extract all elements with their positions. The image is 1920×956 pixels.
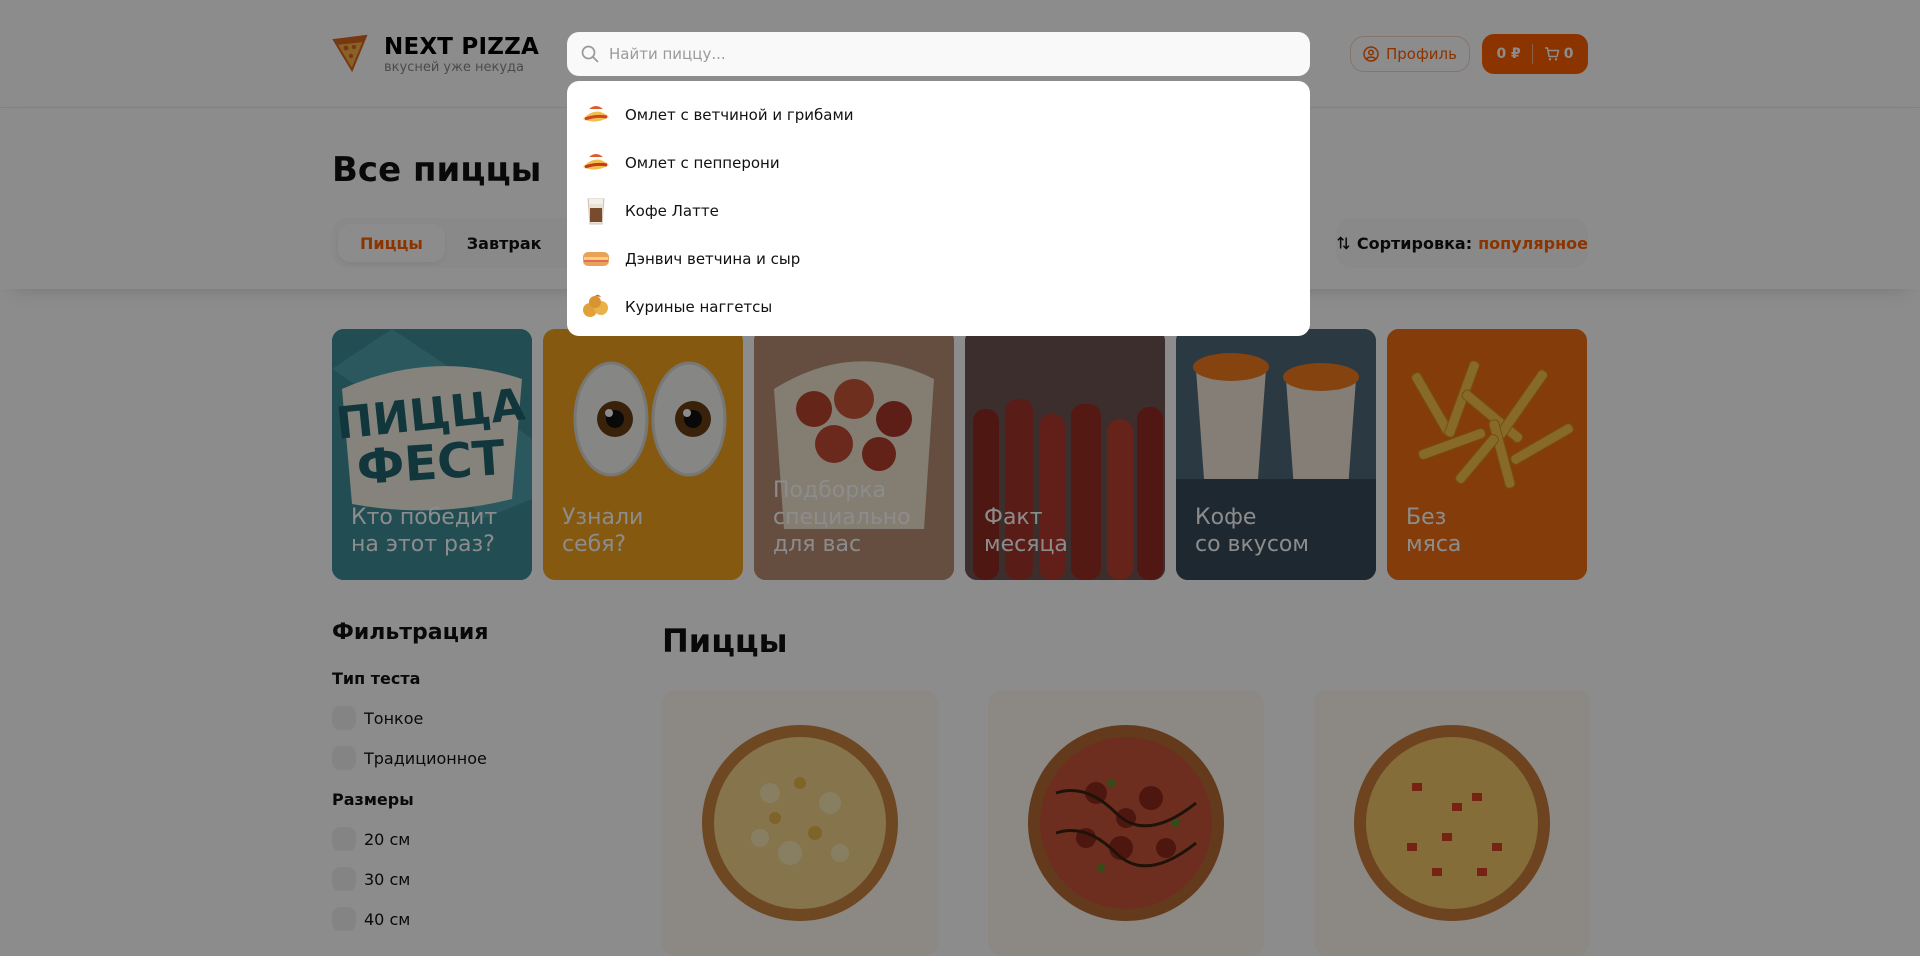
omelette-icon	[581, 148, 611, 178]
search-icon	[581, 45, 599, 63]
search-result-label: Дэнвич ветчина и сыр	[625, 250, 801, 268]
omelette-icon	[581, 100, 611, 130]
search-result-item[interactable]: Дэнвич ветчина и сыр	[567, 235, 1310, 283]
search-result-item[interactable]: Куриные наггетсы	[567, 283, 1310, 331]
search-results-dropdown: Омлет с ветчиной и грибами Омлет с пеппе…	[567, 81, 1310, 336]
search-result-label: Омлет с пепперони	[625, 154, 780, 172]
search-result-item[interactable]: Омлет с пепперони	[567, 139, 1310, 187]
search-bar[interactable]	[567, 32, 1310, 76]
search-result-label: Куриные наггетсы	[625, 298, 773, 316]
nuggets-icon	[581, 292, 611, 322]
search-result-label: Омлет с ветчиной и грибами	[625, 106, 854, 124]
latte-icon	[581, 196, 611, 226]
search-result-item[interactable]: Омлет с ветчиной и грибами	[567, 91, 1310, 139]
sandwich-icon	[581, 244, 611, 274]
search-result-label: Кофе Латте	[625, 202, 719, 220]
search-input[interactable]	[609, 45, 1289, 63]
search-result-item[interactable]: Кофе Латте	[567, 187, 1310, 235]
